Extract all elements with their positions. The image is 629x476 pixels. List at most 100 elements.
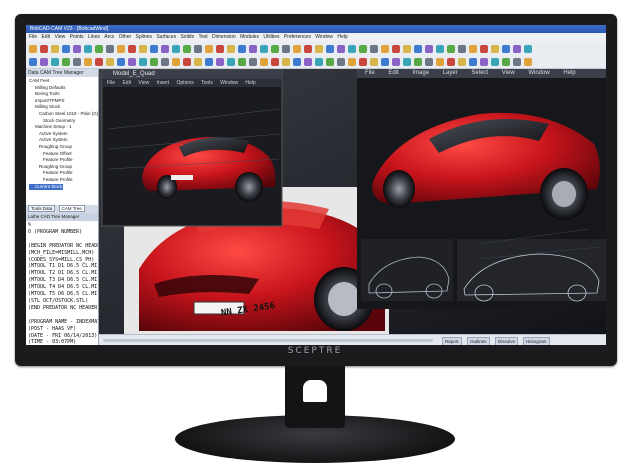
toolbar-button[interactable] xyxy=(62,57,70,66)
menu-arcs[interactable]: Arcs xyxy=(104,34,114,40)
toolbar-button[interactable] xyxy=(40,57,48,66)
menu-window[interactable]: Window xyxy=(315,34,333,40)
toolbar-button[interactable] xyxy=(51,44,59,53)
menu-modules[interactable]: Modules xyxy=(240,34,259,40)
large-menu-image[interactable]: Image xyxy=(412,70,429,76)
menu-edit[interactable]: Edit xyxy=(41,34,50,40)
toolbar-button[interactable] xyxy=(425,57,433,66)
large-menu-layer[interactable]: Layer xyxy=(443,70,458,76)
toolbar-button[interactable] xyxy=(73,57,81,66)
toolbar-button[interactable] xyxy=(458,57,466,66)
status-tab-outlines[interactable]: Outlines xyxy=(467,337,490,345)
toolbar-button[interactable] xyxy=(447,44,455,53)
status-tab-report[interactable]: Report xyxy=(442,337,462,345)
toolbar-button[interactable] xyxy=(414,57,422,66)
toolbar-button[interactable] xyxy=(271,44,279,53)
toolbar-button[interactable] xyxy=(194,44,202,53)
toolbar-button[interactable] xyxy=(172,57,180,66)
toolbar-button[interactable] xyxy=(40,44,48,53)
toolbar-button[interactable] xyxy=(304,44,312,53)
status-scrollbar[interactable] xyxy=(103,339,433,342)
tab-tools-data[interactable]: Tools Data xyxy=(28,205,56,212)
toolbar-button[interactable] xyxy=(304,57,312,66)
toolbar-button[interactable] xyxy=(315,44,323,53)
toolbar-button[interactable] xyxy=(183,44,191,53)
toolbar-button[interactable] xyxy=(403,44,411,53)
tree-item[interactable]: Milling Defaults xyxy=(29,85,98,92)
toolbar-button[interactable] xyxy=(282,57,290,66)
toolbar-button[interactable] xyxy=(337,57,345,66)
large-menu-file[interactable]: File xyxy=(365,70,375,76)
menu-view[interactable]: View xyxy=(54,34,65,40)
toolbar-button[interactable] xyxy=(282,44,290,53)
toolbar-button[interactable] xyxy=(513,57,521,66)
tree-item[interactable]: Milling Stock xyxy=(29,104,98,111)
toolbar-button[interactable] xyxy=(227,44,235,53)
large-menu-window[interactable]: Window xyxy=(528,70,549,76)
toolbar-button[interactable] xyxy=(359,44,367,53)
toolbar-button[interactable] xyxy=(161,57,169,66)
toolbar-button[interactable] xyxy=(392,44,400,53)
small-menu-window[interactable]: Window xyxy=(220,80,238,86)
toolbar-button[interactable] xyxy=(469,44,477,53)
tree-item[interactable]: Boring Tools xyxy=(29,91,98,98)
toolbar-button[interactable] xyxy=(436,57,444,66)
toolbar-button[interactable] xyxy=(227,57,235,66)
status-tab-dissolve[interactable]: Dissolve xyxy=(495,337,519,345)
large-menu-select[interactable]: Select xyxy=(471,70,488,76)
tree-item[interactable]: Stock Geometry xyxy=(29,118,98,125)
toolbar-button[interactable] xyxy=(326,57,334,66)
small-menu-options[interactable]: Options xyxy=(177,80,194,86)
toolbar-button[interactable] xyxy=(216,57,224,66)
toolbar-button[interactable] xyxy=(425,44,433,53)
menu-surfaces[interactable]: Surfaces xyxy=(156,34,176,40)
toolbar-button[interactable] xyxy=(414,44,422,53)
tree-item[interactable]: Machine Setup - 1 xyxy=(29,124,98,131)
toolbar-button[interactable] xyxy=(172,44,180,53)
menu-points[interactable]: Points xyxy=(70,34,84,40)
tree-item[interactable]: Active System xyxy=(29,131,98,138)
small-menu-edit[interactable]: Edit xyxy=(122,80,131,86)
toolbar-button[interactable] xyxy=(491,57,499,66)
toolbar-button[interactable] xyxy=(216,44,224,53)
toolbar-button[interactable] xyxy=(106,44,114,53)
toolbar-button[interactable] xyxy=(524,57,532,66)
menu-dimension[interactable]: Dimension xyxy=(212,34,236,40)
toolbar-button[interactable] xyxy=(502,44,510,53)
toolbar-button[interactable] xyxy=(238,57,246,66)
toolbar-button[interactable] xyxy=(139,44,147,53)
toolbar-button[interactable] xyxy=(359,57,367,66)
toolbar-button[interactable] xyxy=(128,44,136,53)
toolbar-button[interactable] xyxy=(370,57,378,66)
tree-item[interactable]: Feature Profile xyxy=(29,170,98,177)
menu-help[interactable]: Help xyxy=(337,34,347,40)
tree-item[interactable]: Feature Offset xyxy=(29,151,98,158)
toolbar-button[interactable] xyxy=(238,44,246,53)
menu-other[interactable]: Other xyxy=(119,34,132,40)
toolbar-button[interactable] xyxy=(117,57,125,66)
menu-file[interactable]: File xyxy=(29,34,37,40)
toolbar-button[interactable] xyxy=(84,57,92,66)
toolbar-button[interactable] xyxy=(348,57,356,66)
toolbar-button[interactable] xyxy=(469,57,477,66)
toolbar-button[interactable] xyxy=(480,44,488,53)
toolbar-button[interactable] xyxy=(106,57,114,66)
tree-item[interactable]: Active System xyxy=(29,137,98,144)
toolbar-button[interactable] xyxy=(150,44,158,53)
status-tab-histogram[interactable]: Histogram xyxy=(523,337,550,345)
small-menu-help[interactable]: Help xyxy=(245,80,255,86)
toolbar-button[interactable] xyxy=(29,44,37,53)
toolbar-button[interactable] xyxy=(249,57,257,66)
toolbar-button[interactable] xyxy=(381,44,389,53)
toolbar-button[interactable] xyxy=(392,57,400,66)
toolbar-button[interactable] xyxy=(139,57,147,66)
toolbar-button[interactable] xyxy=(480,57,488,66)
toolbar-button[interactable] xyxy=(271,57,279,66)
tree-item[interactable]: Roughing Group xyxy=(29,164,98,171)
menu-utilities[interactable]: Utilities xyxy=(263,34,279,40)
toolbar-button[interactable] xyxy=(260,57,268,66)
toolbar-button[interactable] xyxy=(29,57,37,66)
small-menu-insert[interactable]: Insert xyxy=(157,80,170,86)
toolbar-button[interactable] xyxy=(458,44,466,53)
toolbar-button[interactable] xyxy=(194,57,202,66)
